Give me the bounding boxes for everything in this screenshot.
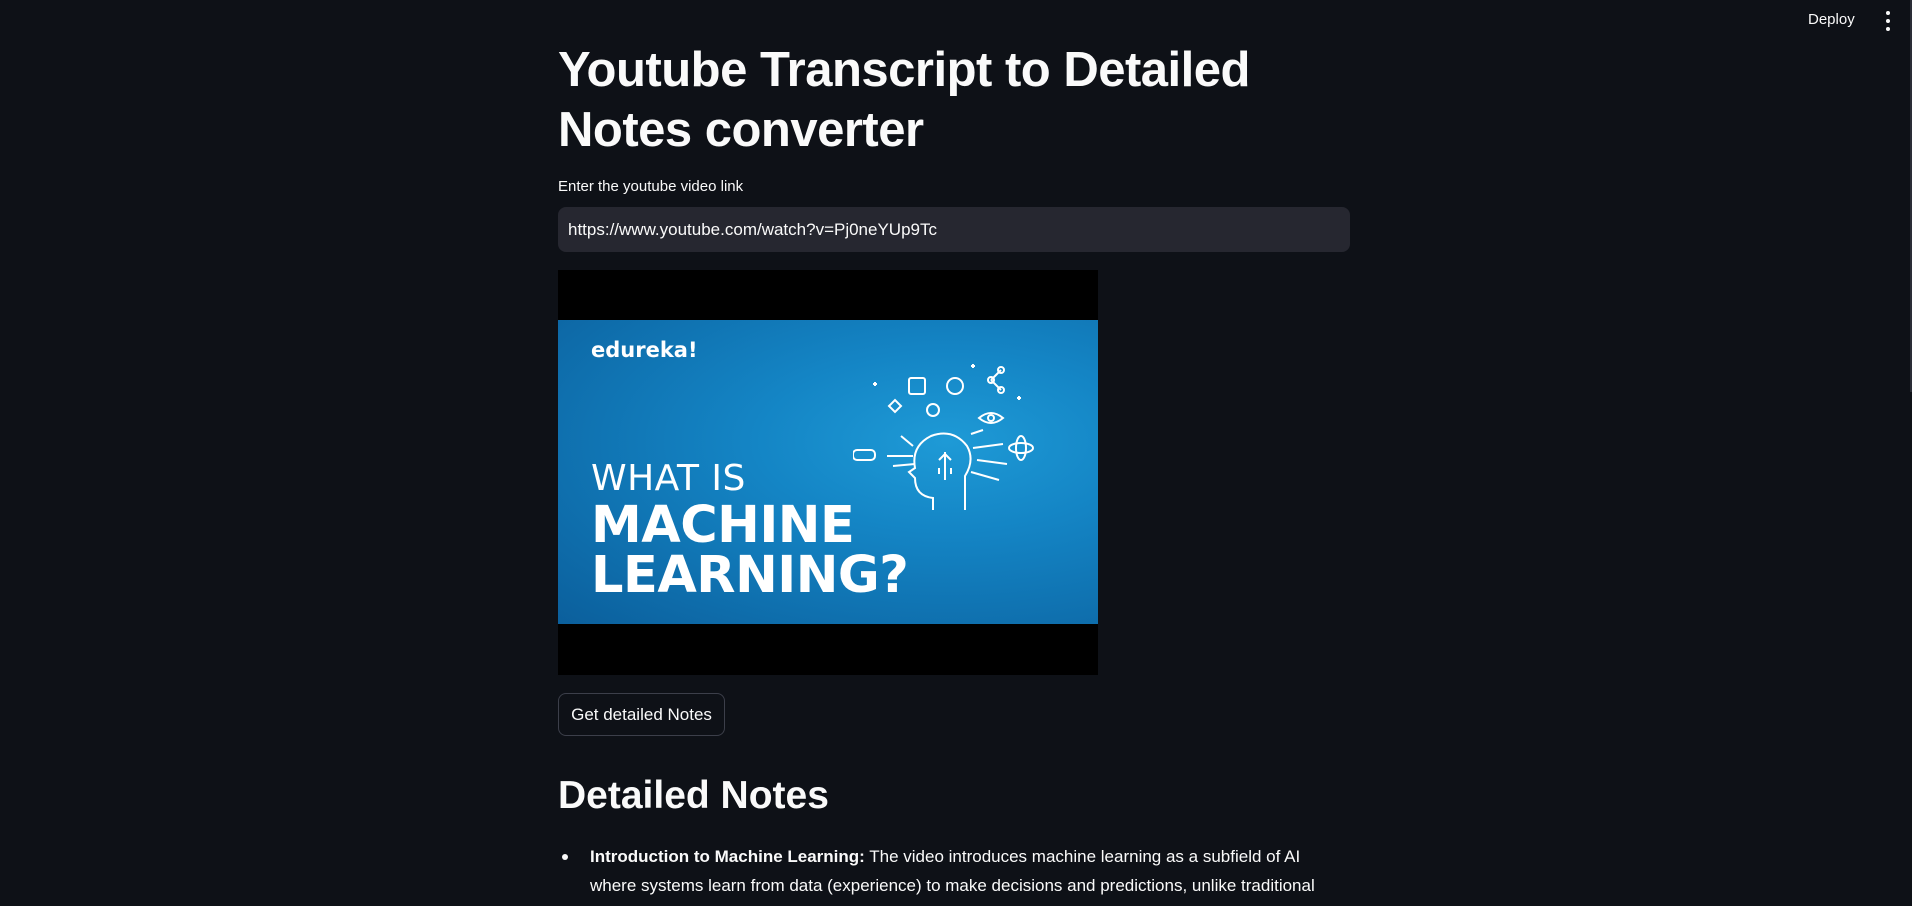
video-link-input[interactable] — [558, 207, 1350, 252]
vertical-ellipsis-icon[interactable] — [1884, 11, 1892, 31]
top-toolbar: Deploy — [0, 0, 1912, 42]
notes-list: Introduction to Machine Learning: The vi… — [558, 842, 1350, 900]
video-link-label: Enter the youtube video link — [558, 178, 744, 195]
thumbnail-caption-line-2: MACHINE — [591, 496, 855, 555]
thumbnail-artwork: edureka! WHAT IS MACHINE LEARNING? — [558, 320, 1098, 624]
list-item: Introduction to Machine Learning: The vi… — [558, 842, 1350, 900]
get-detailed-notes-button[interactable]: Get detailed Notes — [558, 693, 725, 736]
thumbnail-caption-line-1: WHAT IS — [591, 458, 746, 499]
note-title: Introduction to Machine Learning: — [590, 847, 865, 866]
thumbnail-caption-line-3: LEARNING? — [591, 546, 909, 605]
thumbnail-brand-logo: edureka! — [591, 338, 698, 362]
video-thumbnail: edureka! WHAT IS MACHINE LEARNING? — [558, 270, 1098, 675]
bullet-icon — [562, 854, 568, 860]
page-title: Youtube Transcript to Detailed Notes con… — [558, 43, 1250, 157]
detailed-notes-heading: Detailed Notes — [558, 774, 829, 817]
ai-head-icon — [853, 364, 1034, 510]
deploy-button[interactable]: Deploy — [1808, 11, 1855, 28]
